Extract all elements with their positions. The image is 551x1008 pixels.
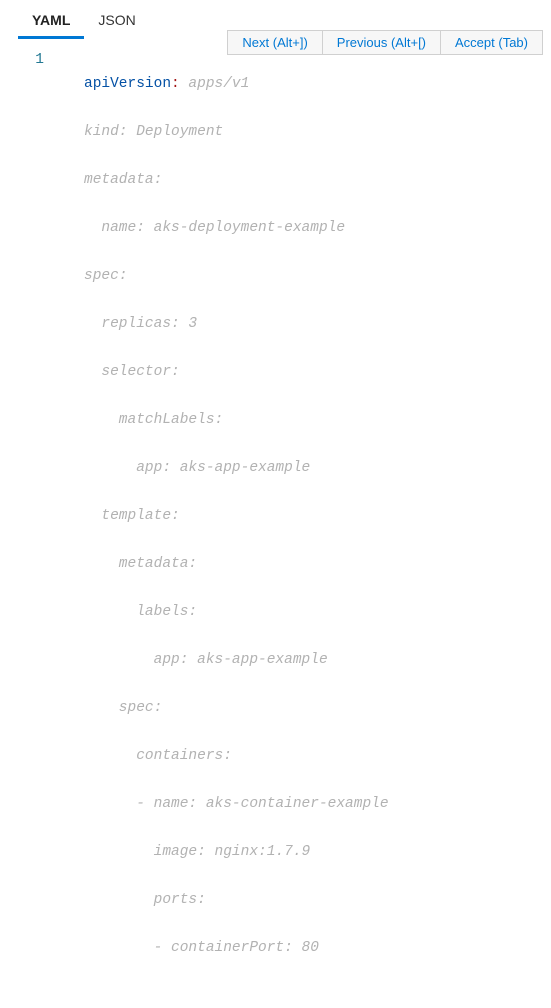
tab-yaml[interactable]: YAML <box>18 6 84 39</box>
ghost-text: replicas: 3 <box>84 312 389 336</box>
ghost-text: spec: <box>84 264 389 288</box>
ghost-text: metadata: <box>84 552 389 576</box>
ghost-text: spec: <box>84 696 389 720</box>
line-number: 1 <box>0 48 44 72</box>
ghost-text: labels: <box>84 600 389 624</box>
yaml-key-token: apiVersion <box>84 76 171 92</box>
ghost-text: - name: aks-container-example <box>84 792 389 816</box>
intellisense-suggestion-bar: Next (Alt+]) Previous (Alt+[) Accept (Ta… <box>227 30 543 55</box>
accept-suggestion-button[interactable]: Accept (Tab) <box>441 31 542 54</box>
ghost-text: name: aks-deployment-example <box>84 216 389 240</box>
code-content[interactable]: apiVersion: apps/v1 kind: Deployment met… <box>62 48 389 1008</box>
ghost-text: selector: <box>84 360 389 384</box>
ghost-text: containers: <box>84 744 389 768</box>
previous-suggestion-button[interactable]: Previous (Alt+[) <box>323 31 441 54</box>
ghost-text: image: nginx:1.7.9 <box>84 840 389 864</box>
ghost-text: apps/v1 <box>180 76 250 92</box>
tab-json[interactable]: JSON <box>84 6 149 39</box>
ghost-text: app: aks-app-example <box>84 648 389 672</box>
ghost-text: template: <box>84 504 389 528</box>
ghost-text: metadata: <box>84 168 389 192</box>
ghost-text: kind: Deployment <box>84 120 389 144</box>
next-suggestion-button[interactable]: Next (Alt+]) <box>228 31 322 54</box>
line-number-gutter: 1 <box>0 48 62 1008</box>
code-line: apiVersion: apps/v1 <box>84 72 389 96</box>
code-editor[interactable]: 1 apiVersion: apps/v1 kind: Deployment m… <box>0 48 551 1008</box>
ghost-text: matchLabels: <box>84 408 389 432</box>
ghost-text: - containerPort: 80 <box>84 936 389 960</box>
yaml-colon-token: : <box>171 76 180 92</box>
ghost-text: app: aks-app-example <box>84 456 389 480</box>
ghost-text: ports: <box>84 888 389 912</box>
